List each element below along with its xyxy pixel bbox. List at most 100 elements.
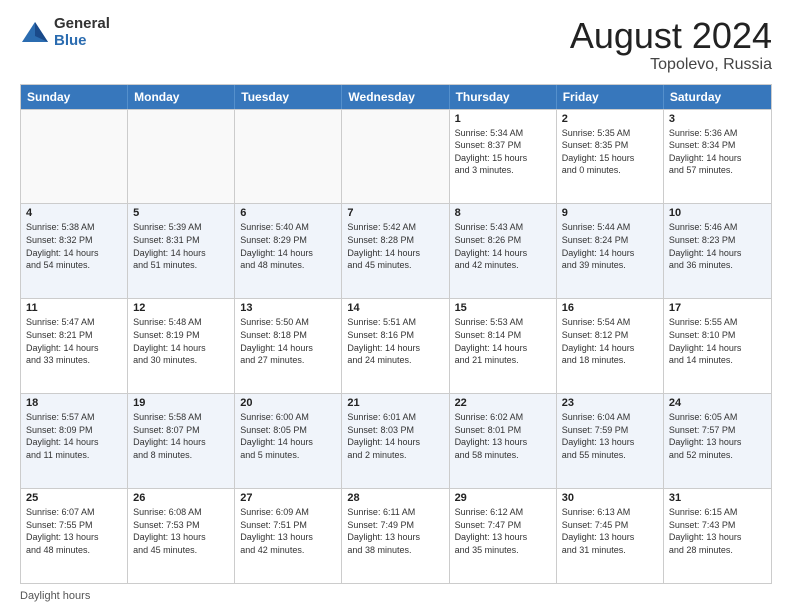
cal-cell-2-3: 14 Sunrise: 5:51 AM Sunset: 8:16 PM Dayli…	[342, 299, 449, 393]
cell-text: Sunrise: 6:09 AM Sunset: 7:51 PM Dayligh…	[240, 506, 336, 556]
day-number: 9	[562, 207, 658, 219]
cal-cell-4-2: 27 Sunrise: 6:09 AM Sunset: 7:51 PM Dayli…	[235, 489, 342, 583]
cell-text: Sunrise: 6:08 AM Sunset: 7:53 PM Dayligh…	[133, 506, 229, 556]
cell-text: Sunrise: 5:54 AM Sunset: 8:12 PM Dayligh…	[562, 316, 658, 366]
calendar-row-4: 25 Sunrise: 6:07 AM Sunset: 7:55 PM Dayli…	[21, 488, 771, 583]
cal-cell-1-5: 9 Sunrise: 5:44 AM Sunset: 8:24 PM Daylig…	[557, 204, 664, 298]
cal-cell-3-0: 18 Sunrise: 5:57 AM Sunset: 8:09 PM Dayli…	[21, 394, 128, 488]
day-number: 20	[240, 397, 336, 409]
calendar-row-2: 11 Sunrise: 5:47 AM Sunset: 8:21 PM Dayli…	[21, 298, 771, 393]
day-number: 16	[562, 302, 658, 314]
day-number: 11	[26, 302, 122, 314]
cell-text: Sunrise: 5:58 AM Sunset: 8:07 PM Dayligh…	[133, 411, 229, 461]
day-number: 19	[133, 397, 229, 409]
cell-text: Sunrise: 6:04 AM Sunset: 7:59 PM Dayligh…	[562, 411, 658, 461]
sub-title: Topolevo, Russia	[570, 56, 772, 74]
cal-cell-4-1: 26 Sunrise: 6:08 AM Sunset: 7:53 PM Dayli…	[128, 489, 235, 583]
cal-cell-2-6: 17 Sunrise: 5:55 AM Sunset: 8:10 PM Dayli…	[664, 299, 771, 393]
footer-label: Daylight hours	[20, 590, 90, 602]
header-day-wednesday: Wednesday	[342, 85, 449, 109]
day-number: 30	[562, 492, 658, 504]
cell-text: Sunrise: 5:39 AM Sunset: 8:31 PM Dayligh…	[133, 221, 229, 271]
day-number: 25	[26, 492, 122, 504]
cal-cell-1-6: 10 Sunrise: 5:46 AM Sunset: 8:23 PM Dayli…	[664, 204, 771, 298]
day-number: 21	[347, 397, 443, 409]
header-day-friday: Friday	[557, 85, 664, 109]
cell-text: Sunrise: 5:46 AM Sunset: 8:23 PM Dayligh…	[669, 221, 766, 271]
cal-cell-3-5: 23 Sunrise: 6:04 AM Sunset: 7:59 PM Dayli…	[557, 394, 664, 488]
cal-cell-4-5: 30Sunrise: 6:13 AM Sunset: 7:45 PM Dayli…	[557, 489, 664, 583]
day-number: 14	[347, 302, 443, 314]
cell-text: Sunrise: 5:44 AM Sunset: 8:24 PM Dayligh…	[562, 221, 658, 271]
header: General Blue August 2024 Topolevo, Russi…	[20, 16, 772, 74]
cell-text: Sunrise: 5:55 AM Sunset: 8:10 PM Dayligh…	[669, 316, 766, 366]
day-number: 27	[240, 492, 336, 504]
cal-cell-3-2: 20 Sunrise: 6:00 AM Sunset: 8:05 PM Dayli…	[235, 394, 342, 488]
cell-text: Sunrise: 6:12 AM Sunset: 7:47 PM Dayligh…	[455, 506, 551, 556]
calendar-row-3: 18 Sunrise: 5:57 AM Sunset: 8:09 PM Dayli…	[21, 393, 771, 488]
cell-text: Sunrise: 5:42 AM Sunset: 8:28 PM Dayligh…	[347, 221, 443, 271]
cal-cell-4-6: 31 Sunrise: 6:15 AM Sunset: 7:43 PM Dayli…	[664, 489, 771, 583]
logo-general: General	[54, 16, 110, 33]
day-number: 7	[347, 207, 443, 219]
cal-cell-0-4: 1Sunrise: 5:34 AM Sunset: 8:37 PM Daylig…	[450, 110, 557, 204]
header-day-monday: Monday	[128, 85, 235, 109]
cell-text: Sunrise: 5:51 AM Sunset: 8:16 PM Dayligh…	[347, 316, 443, 366]
day-number: 18	[26, 397, 122, 409]
calendar: SundayMondayTuesdayWednesdayThursdayFrid…	[20, 84, 772, 584]
cell-text: Sunrise: 5:48 AM Sunset: 8:19 PM Dayligh…	[133, 316, 229, 366]
cell-text: Sunrise: 5:40 AM Sunset: 8:29 PM Dayligh…	[240, 221, 336, 271]
logo-blue: Blue	[54, 33, 110, 50]
day-number: 8	[455, 207, 551, 219]
cell-text: Sunrise: 6:11 AM Sunset: 7:49 PM Dayligh…	[347, 506, 443, 556]
cell-text: Sunrise: 6:07 AM Sunset: 7:55 PM Dayligh…	[26, 506, 122, 556]
cell-text: Sunrise: 6:05 AM Sunset: 7:57 PM Dayligh…	[669, 411, 766, 461]
day-number: 31	[669, 492, 766, 504]
day-number: 17	[669, 302, 766, 314]
cal-cell-0-5: 2 Sunrise: 5:35 AM Sunset: 8:35 PM Daylig…	[557, 110, 664, 204]
cal-cell-1-3: 7 Sunrise: 5:42 AM Sunset: 8:28 PM Daylig…	[342, 204, 449, 298]
calendar-row-1: 4Sunrise: 5:38 AM Sunset: 8:32 PM Daylig…	[21, 203, 771, 298]
cell-text: Sunrise: 6:00 AM Sunset: 8:05 PM Dayligh…	[240, 411, 336, 461]
day-number: 1	[455, 113, 551, 125]
calendar-body: 1Sunrise: 5:34 AM Sunset: 8:37 PM Daylig…	[21, 109, 771, 583]
header-day-saturday: Saturday	[664, 85, 771, 109]
day-number: 2	[562, 113, 658, 125]
day-number: 10	[669, 207, 766, 219]
logo-icon	[20, 18, 50, 48]
day-number: 26	[133, 492, 229, 504]
day-number: 5	[133, 207, 229, 219]
title-block: August 2024 Topolevo, Russia	[570, 16, 772, 74]
cal-cell-2-2: 13Sunrise: 5:50 AM Sunset: 8:18 PM Dayli…	[235, 299, 342, 393]
cell-text: Sunrise: 5:47 AM Sunset: 8:21 PM Dayligh…	[26, 316, 122, 366]
cell-text: Sunrise: 5:35 AM Sunset: 8:35 PM Dayligh…	[562, 127, 658, 177]
cal-cell-1-2: 6Sunrise: 5:40 AM Sunset: 8:29 PM Daylig…	[235, 204, 342, 298]
day-number: 4	[26, 207, 122, 219]
cal-cell-4-3: 28 Sunrise: 6:11 AM Sunset: 7:49 PM Dayli…	[342, 489, 449, 583]
cal-cell-2-1: 12Sunrise: 5:48 AM Sunset: 8:19 PM Dayli…	[128, 299, 235, 393]
logo: General Blue	[20, 16, 110, 49]
cal-cell-4-0: 25 Sunrise: 6:07 AM Sunset: 7:55 PM Dayli…	[21, 489, 128, 583]
cal-cell-1-4: 8Sunrise: 5:43 AM Sunset: 8:26 PM Daylig…	[450, 204, 557, 298]
cal-cell-0-0	[21, 110, 128, 204]
cell-text: Sunrise: 5:57 AM Sunset: 8:09 PM Dayligh…	[26, 411, 122, 461]
cal-cell-1-1: 5 Sunrise: 5:39 AM Sunset: 8:31 PM Daylig…	[128, 204, 235, 298]
header-day-tuesday: Tuesday	[235, 85, 342, 109]
cal-cell-0-2	[235, 110, 342, 204]
cell-text: Sunrise: 5:53 AM Sunset: 8:14 PM Dayligh…	[455, 316, 551, 366]
cell-text: Sunrise: 5:36 AM Sunset: 8:34 PM Dayligh…	[669, 127, 766, 177]
day-number: 15	[455, 302, 551, 314]
cell-text: Sunrise: 6:15 AM Sunset: 7:43 PM Dayligh…	[669, 506, 766, 556]
cal-cell-2-4: 15 Sunrise: 5:53 AM Sunset: 8:14 PM Dayli…	[450, 299, 557, 393]
cal-cell-0-3	[342, 110, 449, 204]
calendar-row-0: 1Sunrise: 5:34 AM Sunset: 8:37 PM Daylig…	[21, 109, 771, 204]
cell-text: Sunrise: 6:01 AM Sunset: 8:03 PM Dayligh…	[347, 411, 443, 461]
cell-text: Sunrise: 5:50 AM Sunset: 8:18 PM Dayligh…	[240, 316, 336, 366]
day-number: 28	[347, 492, 443, 504]
cal-cell-0-1	[128, 110, 235, 204]
cal-cell-3-3: 21 Sunrise: 6:01 AM Sunset: 8:03 PM Dayli…	[342, 394, 449, 488]
day-number: 23	[562, 397, 658, 409]
footer: Daylight hours	[20, 590, 772, 602]
day-number: 3	[669, 113, 766, 125]
cell-text: Sunrise: 6:02 AM Sunset: 8:01 PM Dayligh…	[455, 411, 551, 461]
